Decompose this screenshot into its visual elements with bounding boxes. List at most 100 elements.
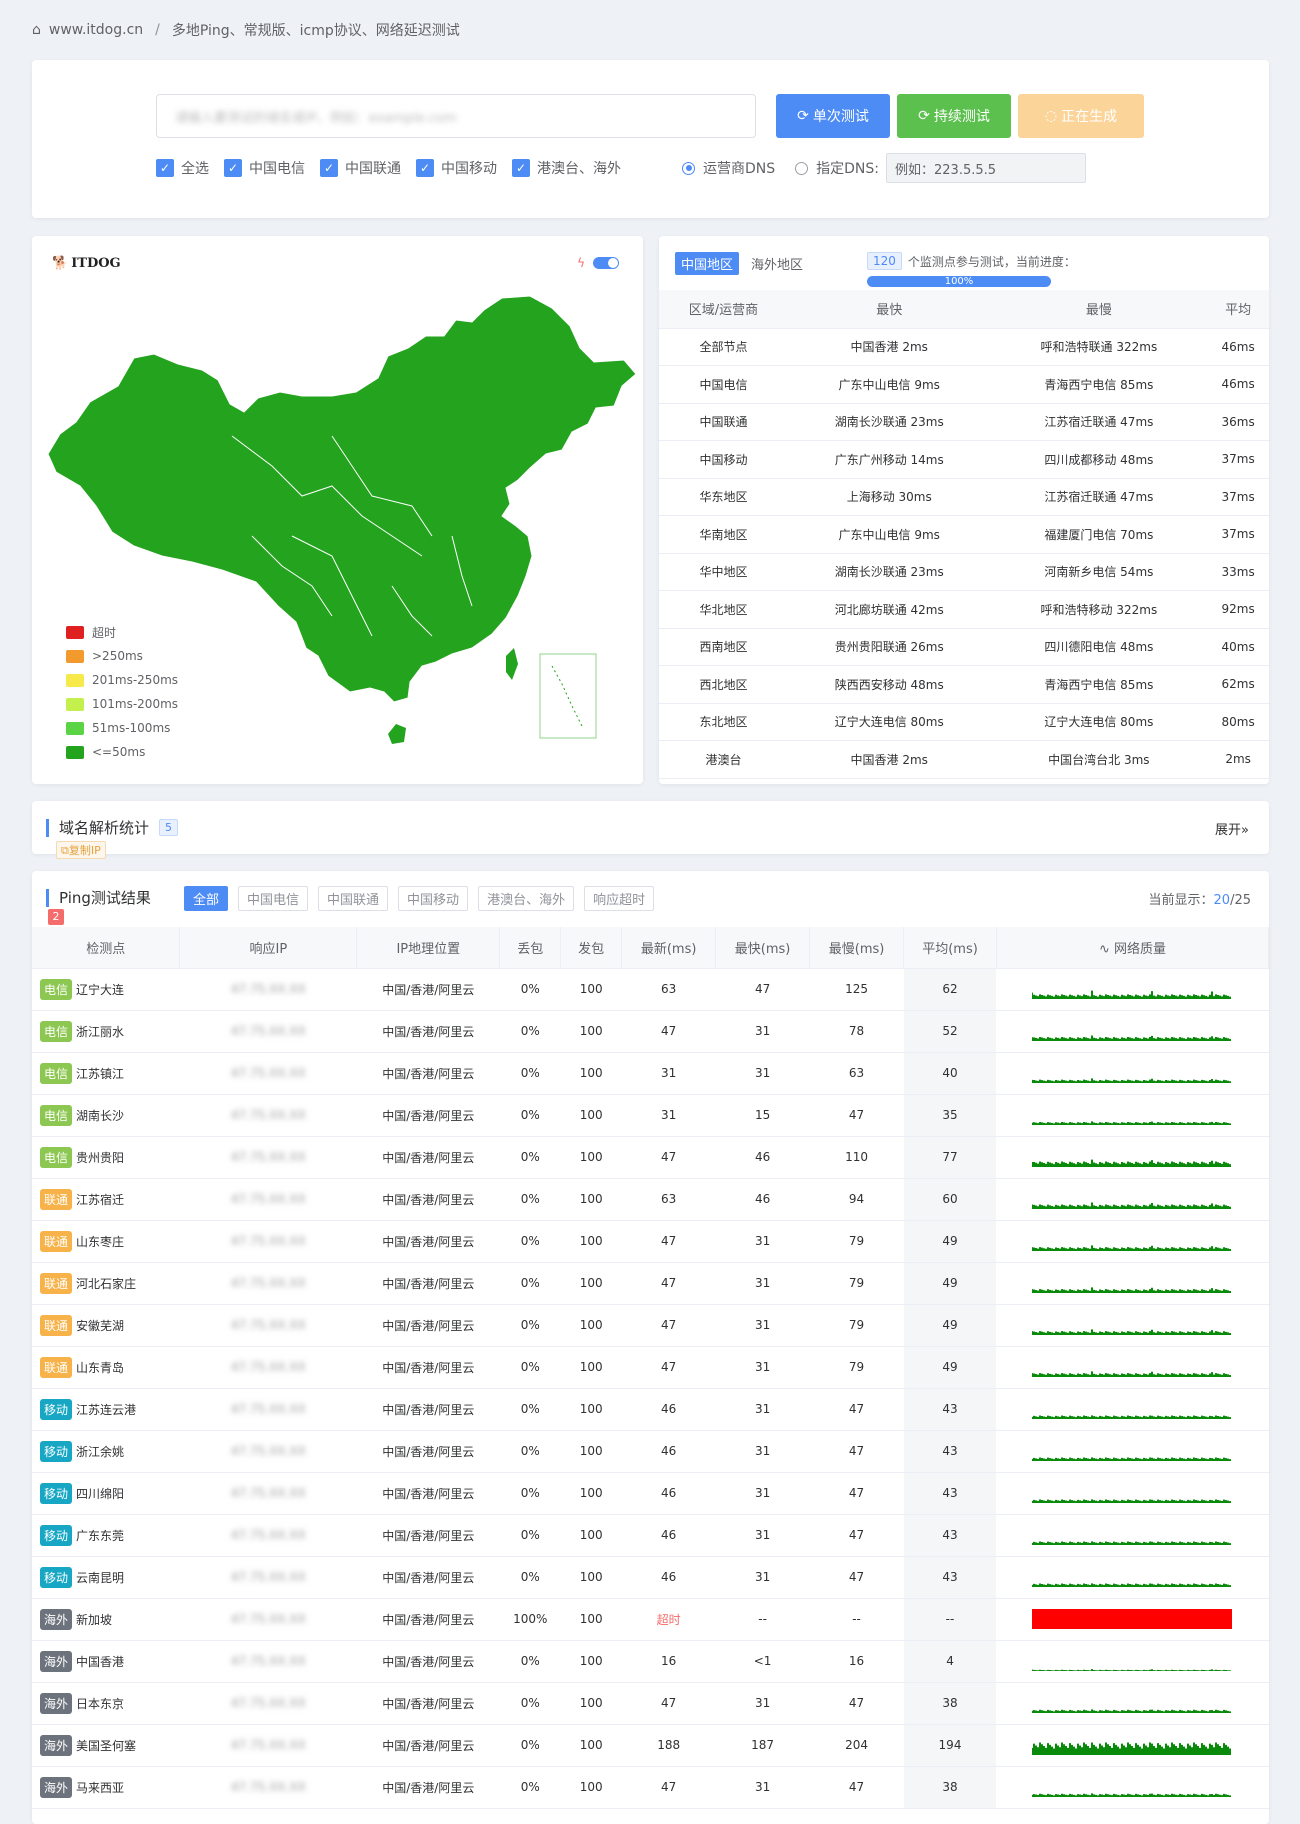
avg-cell: 43: [903, 1388, 997, 1431]
ip-value: 47.75.XX.XX: [230, 1612, 306, 1626]
summary-slowest: 福建厦门电信 70ms: [990, 515, 1208, 554]
checkbox-unicom[interactable]: ✓ 中国联通: [320, 158, 401, 178]
geo-cell: 中国/香港/阿里云: [356, 1430, 500, 1473]
avg-cell: 194: [903, 1724, 997, 1767]
quality-sparkline: [1032, 1583, 1232, 1587]
col-quality[interactable]: ∿ 网络质量: [996, 927, 1269, 969]
col-slow[interactable]: 最慢(ms): [809, 927, 905, 969]
quality-bars: [1032, 1793, 1232, 1797]
loss-cell: 0%: [499, 1220, 561, 1263]
continuous-test-button[interactable]: ⟳ 持续测试: [897, 94, 1011, 138]
checkbox-telecom[interactable]: ✓ 中国电信: [224, 158, 305, 178]
single-test-button[interactable]: ⟳ 单次测试: [776, 94, 890, 138]
table-row: 海外 日本东京 47.75.XX.XX 中国/香港/阿里云 0% 100 47 31 47 38: [32, 1682, 1269, 1725]
summary-row: 西南地区 贵州贵阳联通 26ms 四川德阳电信 48ms 40ms: [659, 628, 1269, 666]
col-loss[interactable]: 丢包: [499, 927, 562, 969]
breadcrumb-site[interactable]: www.itdog.cn: [49, 22, 143, 38]
sent-cell: 100: [560, 968, 622, 1011]
ip-cell: 47.75.XX.XX: [179, 1430, 357, 1473]
ip-cell: 47.75.XX.XX: [179, 1766, 357, 1809]
summary-fastest: 辽宁大连电信 80ms: [787, 703, 991, 741]
loss-cell: 0%: [499, 1724, 561, 1767]
node-name: 江苏镇江: [76, 1066, 125, 1081]
fast-cell: 31: [715, 1766, 810, 1809]
ip-value: 47.75.XX.XX: [230, 1192, 306, 1206]
col-geo[interactable]: IP地理位置: [356, 927, 501, 969]
col-sent[interactable]: 发包: [560, 927, 623, 969]
radio-isp-dns[interactable]: 运营商DNS: [682, 158, 775, 178]
geo-cell: 中国/香港/阿里云: [356, 1052, 500, 1095]
sent-cell: 100: [560, 1598, 622, 1641]
quality-cell: [996, 1388, 1269, 1431]
node-cell: 联通 江苏宿迁: [32, 1178, 180, 1221]
filter-all[interactable]: 全部: [184, 886, 229, 911]
isp-checkboxes: ✓ 全选 ✓ 中国电信 ✓ 中国联通 ✓ 中国移动 ✓ 港澳台、海外: [156, 158, 636, 178]
fast-cell: 31: [715, 1262, 810, 1305]
sent-cell: 100: [560, 1094, 622, 1137]
col-fastest: 最快: [787, 290, 991, 329]
expand-button[interactable]: 展开»: [1215, 819, 1249, 838]
tab-china[interactable]: 中国地区: [675, 252, 740, 275]
sent-cell: 100: [560, 1472, 622, 1515]
node-cell: 移动 四川绵阳: [32, 1472, 180, 1515]
slow-cell: 79: [809, 1304, 904, 1347]
filter-timeout[interactable]: 响应超时: [584, 886, 655, 911]
ip-cell: 47.75.XX.XX: [179, 1472, 357, 1515]
tab-overseas[interactable]: 海外地区: [745, 252, 809, 275]
col-ip[interactable]: 响应IP: [179, 927, 358, 969]
ip-cell: 47.75.XX.XX: [179, 1178, 357, 1221]
col-fast[interactable]: 最快(ms): [715, 927, 811, 969]
isp-badge: 海外: [40, 1608, 73, 1630]
node-cell: 电信 辽宁大连: [32, 968, 180, 1011]
avg-cell: --: [903, 1598, 997, 1641]
geo-cell: 中国/香港/阿里云: [356, 1640, 500, 1683]
node-cell: 联通 山东枣庄: [32, 1220, 180, 1263]
quality-bars: [1032, 1583, 1232, 1587]
table-row: 联通 河北石家庄 47.75.XX.XX 中国/香港/阿里云 0% 100 47 31 79 49: [32, 1262, 1269, 1305]
node-name: 湖南长沙: [76, 1108, 125, 1123]
quality-cell: [996, 1514, 1269, 1557]
legend-swatch: [66, 697, 84, 711]
radio-custom-dns[interactable]: 指定DNS:: [795, 158, 879, 178]
fast-cell: 31: [715, 1472, 810, 1515]
node-name: 日本东京: [76, 1696, 125, 1711]
ip-value: 47.75.XX.XX: [230, 1486, 306, 1500]
generating-button[interactable]: ◌ 正在生成: [1018, 94, 1144, 138]
filter-overseas[interactable]: 港澳台、海外: [478, 886, 575, 911]
last-cell: 63: [621, 968, 716, 1011]
filter-telecom[interactable]: 中国电信: [238, 886, 309, 911]
checkbox-mobile[interactable]: ✓ 中国移动: [416, 158, 497, 178]
quality-bars: [1032, 1457, 1232, 1461]
summary-slowest: 青海西宁电信 85ms: [990, 365, 1208, 404]
filter-unicom[interactable]: 中国联通: [318, 886, 389, 911]
check-icon: ✓: [512, 159, 530, 177]
checkbox-overseas[interactable]: ✓ 港澳台、海外: [512, 158, 621, 178]
quality-cell: [996, 1010, 1269, 1053]
copy-ip-button[interactable]: ⧉复制IP: [56, 841, 106, 859]
quality-bars: [1032, 1159, 1232, 1167]
node-cell: 移动 广东东莞: [32, 1514, 180, 1557]
ip-value: 47.75.XX.XX: [230, 1024, 306, 1038]
summary-row: 中国移动 广东广州移动 14ms 四川成都移动 48ms 37ms: [659, 440, 1269, 479]
ip-cell: 47.75.XX.XX: [179, 1304, 357, 1347]
host-input[interactable]: 请输入要测试的域名或IP，例如：example.com: [156, 94, 756, 138]
summary-region: 西北地区: [659, 665, 788, 704]
col-node[interactable]: 检测点: [32, 927, 181, 969]
avg-cell: 43: [903, 1430, 997, 1473]
dns-input[interactable]: 例如：223.5.5.5: [886, 153, 1086, 183]
ip-value: 47.75.XX.XX: [230, 1276, 306, 1290]
last-cell: 超时: [621, 1598, 716, 1641]
col-avg[interactable]: 平均(ms): [903, 927, 997, 969]
error-badge: 2: [48, 909, 64, 925]
checkbox-all[interactable]: ✓ 全选: [156, 158, 209, 178]
table-row: 电信 江苏镇江 47.75.XX.XX 中国/香港/阿里云 0% 100 31 31 63 40: [32, 1052, 1269, 1095]
home-icon[interactable]: ⌂: [32, 22, 41, 38]
col-last[interactable]: 最新(ms): [621, 927, 717, 969]
summary-average: 92ms: [1207, 590, 1269, 629]
breadcrumb-separator: /: [155, 22, 160, 38]
filter-mobile[interactable]: 中国移动: [398, 886, 469, 911]
ip-cell: 47.75.XX.XX: [179, 1010, 357, 1053]
quality-cell: [996, 1598, 1269, 1641]
summary-slowest: 江苏宿迁联通 47ms: [990, 478, 1208, 516]
node-cell: 联通 安徽芜湖: [32, 1304, 180, 1347]
